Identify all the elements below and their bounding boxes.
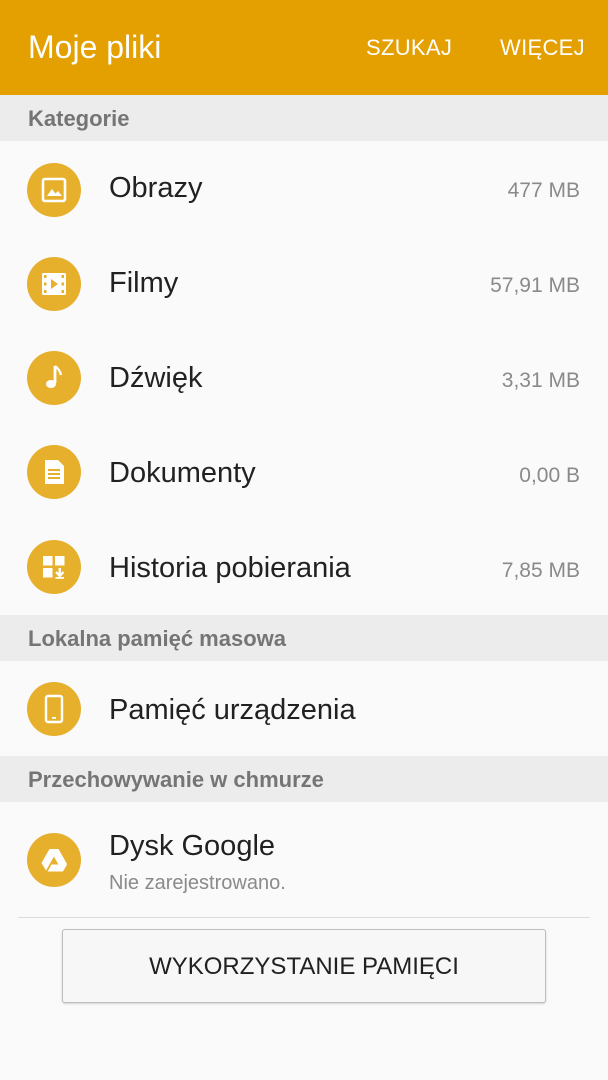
google-drive-status: Nie zarejestrowano. <box>109 872 286 894</box>
section-title: Przechowywanie w chmurze <box>28 767 324 792</box>
more-button[interactable]: WIĘCEJ <box>500 0 585 95</box>
video-icon <box>27 257 81 311</box>
image-icon <box>27 163 81 217</box>
category-size: 0,00 B <box>519 464 580 487</box>
category-label: Dźwięk <box>109 362 203 394</box>
category-size: 477 MB <box>507 179 580 202</box>
music-note-icon <box>27 351 81 405</box>
category-item-videos[interactable]: Filmy 57,91 MB <box>0 237 608 332</box>
category-label: Historia pobierania <box>109 552 351 584</box>
google-drive-item[interactable]: Dysk Google Nie zarejestrowano. <box>0 802 608 916</box>
phone-icon <box>27 682 81 736</box>
storage-usage-button[interactable]: WYKORZYSTANIE PAMIĘCI <box>62 929 546 1003</box>
document-icon <box>27 445 81 499</box>
category-size: 3,31 MB <box>501 369 580 392</box>
app-bar: Moje pliki SZUKAJ WIĘCEJ <box>0 0 608 95</box>
app-title: Moje pliki <box>28 29 162 65</box>
category-label: Dokumenty <box>109 457 256 489</box>
category-label: Obrazy <box>109 172 203 204</box>
category-item-images[interactable]: Obrazy 477 MB <box>0 142 608 237</box>
google-drive-label: Dysk Google <box>109 830 276 862</box>
section-title: Lokalna pamięć masowa <box>28 626 286 651</box>
google-drive-icon <box>27 833 81 887</box>
category-size: 57,91 MB <box>490 274 580 297</box>
download-history-icon <box>27 540 81 594</box>
search-button[interactable]: SZUKAJ <box>366 0 452 95</box>
category-label: Filmy <box>109 267 179 299</box>
category-item-download-history[interactable]: Historia pobierania 7,85 MB <box>0 522 608 615</box>
section-header-categories: Kategorie <box>0 95 608 141</box>
device-storage-label: Pamięć urządzenia <box>109 694 356 726</box>
section-title: Kategorie <box>28 106 130 131</box>
section-header-local-storage: Lokalna pamięć masowa <box>0 615 608 661</box>
category-size: 7,85 MB <box>501 559 580 582</box>
device-storage-item[interactable]: Pamięć urządzenia <box>0 661 608 756</box>
category-item-documents[interactable]: Dokumenty 0,00 B <box>0 427 608 522</box>
section-header-cloud-storage: Przechowywanie w chmurze <box>0 756 608 802</box>
divider <box>18 917 590 918</box>
category-item-audio[interactable]: Dźwięk 3,31 MB <box>0 332 608 427</box>
